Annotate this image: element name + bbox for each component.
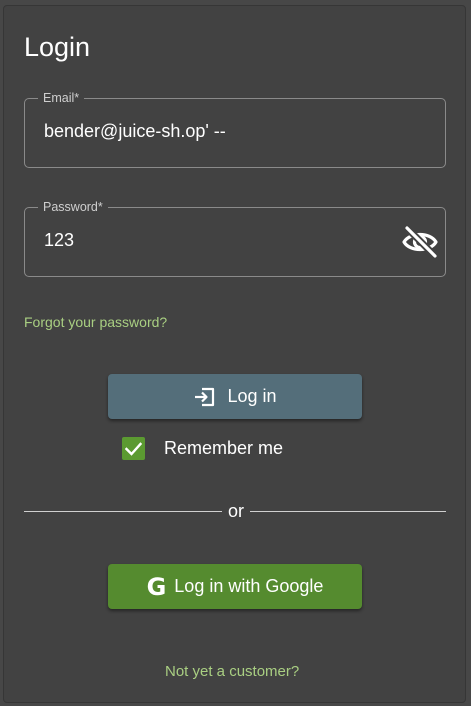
email-label: Email* xyxy=(38,90,85,106)
login-card: Login Email* bender@juice-sh.op' -- Pass… xyxy=(3,5,466,703)
remember-me-checkbox[interactable]: Remember me xyxy=(122,437,283,460)
page-title: Login xyxy=(24,32,91,62)
email-field[interactable]: Email* bender@juice-sh.op' -- xyxy=(24,90,446,168)
divider-right xyxy=(250,511,446,512)
divider-text: or xyxy=(227,501,244,521)
signup-link[interactable]: Not yet a customer? xyxy=(165,663,299,681)
login-button-label: Log in xyxy=(227,386,277,406)
eye-off-icon[interactable] xyxy=(401,225,439,259)
google-icon: G xyxy=(146,572,167,601)
login-button[interactable]: Log in xyxy=(108,374,362,419)
checkbox-checked-icon[interactable] xyxy=(122,437,145,460)
forgot-password-link[interactable]: Forgot your password? xyxy=(24,313,167,331)
google-button-label: Log in with Google xyxy=(174,576,324,596)
google-login-button[interactable]: G Log in with Google xyxy=(108,564,362,609)
email-input[interactable]: bender@juice-sh.op' -- xyxy=(44,119,226,143)
password-input[interactable]: 123 xyxy=(44,228,74,252)
divider-left xyxy=(24,511,222,512)
remember-me-label: Remember me xyxy=(164,438,284,458)
password-label: Password* xyxy=(38,199,108,215)
login-icon xyxy=(195,387,215,406)
password-field[interactable]: Password* 123 xyxy=(24,199,446,277)
